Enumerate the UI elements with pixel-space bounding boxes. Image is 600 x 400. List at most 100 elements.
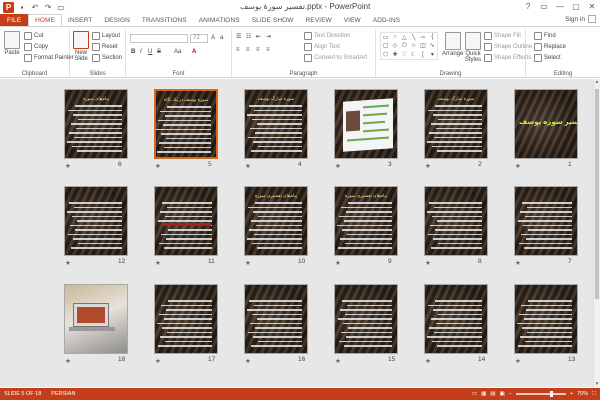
bold-button[interactable]: B — [131, 49, 135, 55]
find-button[interactable]: Find — [534, 32, 556, 40]
vertical-scrollbar[interactable]: ▲ ▼ — [593, 79, 600, 387]
slide-thumbnail[interactable] — [154, 284, 218, 354]
tab-add-ins[interactable]: ADD-INS — [367, 14, 406, 26]
cut-button[interactable]: Cut — [24, 32, 43, 40]
tab-file[interactable]: FILE — [0, 14, 29, 26]
replace-button[interactable]: Replace — [534, 43, 566, 51]
pentagon-shape-icon[interactable]: ⬠ — [400, 42, 409, 51]
slide-thumbnail[interactable] — [424, 186, 488, 256]
transition-star-icon[interactable]: ★ — [245, 357, 251, 365]
transition-star-icon[interactable]: ★ — [65, 259, 71, 267]
paste-button[interactable]: Paste — [4, 31, 20, 56]
new-slide-button[interactable]: New Slide — [72, 31, 90, 62]
slide-thumbnail[interactable]: سوره مبارک یوسف — [244, 89, 308, 159]
scrollbar-thumb[interactable] — [595, 89, 599, 299]
smiley-feedback-icon[interactable] — [588, 15, 596, 23]
slide-thumbnail[interactable]: سوره مبارک یوسف — [424, 89, 488, 159]
font-size-box[interactable]: 72 — [190, 34, 208, 43]
transition-star-icon[interactable]: ★ — [155, 357, 161, 365]
undo-icon[interactable]: ↶ — [30, 2, 40, 12]
tab-design[interactable]: DESIGN — [98, 14, 136, 26]
slide-thumbnail[interactable] — [244, 284, 308, 354]
transition-star-icon[interactable]: ★ — [515, 162, 521, 170]
tab-review[interactable]: REVIEW — [300, 14, 338, 26]
fit-to-window-icon[interactable]: ⛶ — [592, 391, 596, 398]
transition-star-icon[interactable]: ★ — [245, 162, 251, 170]
underline-button[interactable]: U — [148, 49, 152, 55]
tab-insert[interactable]: INSERT — [62, 14, 98, 26]
italic-button[interactable]: I — [140, 49, 142, 55]
maximize-icon[interactable]: ▢ — [568, 0, 584, 12]
slide-thumbnail[interactable]: پیام‌های تفسیری سوره — [334, 186, 398, 256]
language-indicator[interactable]: PERSIAN — [51, 391, 75, 397]
text-direction-button[interactable]: Text Direction — [304, 32, 350, 40]
slide-thumbnail[interactable] — [514, 284, 578, 354]
arrange-button[interactable]: Arrange — [442, 32, 463, 57]
zoom-slider[interactable] — [515, 391, 566, 398]
shape-outline-button[interactable]: Shape Outline — [484, 43, 532, 51]
convert-smartart-button[interactable]: Convert to SmartArt — [304, 54, 367, 62]
transition-star-icon[interactable]: ★ — [425, 162, 431, 170]
moon-shape-icon[interactable]: ☾ — [409, 50, 418, 59]
transition-star-icon[interactable]: ★ — [425, 259, 431, 267]
transition-star-icon[interactable]: ★ — [245, 259, 251, 267]
tab-view[interactable]: VIEW — [338, 14, 367, 26]
section-button[interactable]: Section — [92, 54, 122, 62]
format-painter-button[interactable]: Format Painter — [24, 54, 74, 62]
transition-star-icon[interactable]: ★ — [335, 259, 341, 267]
callout-shape-icon[interactable]: ◫ — [418, 42, 427, 51]
slide-thumbnail[interactable]: تفسير سوره يوسف — [514, 89, 578, 159]
align-text-button[interactable]: Align Text — [304, 43, 340, 51]
slide-thumbnail[interactable] — [334, 284, 398, 354]
rectangle-shape-icon[interactable]: ▭ — [381, 33, 390, 42]
slide-thumbnail[interactable]: پیام‌های تفسیری سوره — [244, 186, 308, 256]
slide-thumbnail[interactable] — [64, 186, 128, 256]
slide-thumbnail[interactable] — [64, 284, 128, 354]
transition-star-icon[interactable]: ★ — [515, 259, 521, 267]
align-center-icon[interactable]: ≡ — [246, 47, 250, 53]
line-shape-icon[interactable]: ╲ — [409, 33, 418, 42]
minimize-icon[interactable]: — — [552, 0, 568, 12]
triangle-shape-icon[interactable]: △ — [400, 33, 409, 42]
zoom-level[interactable]: 70% — [577, 391, 588, 397]
scroll-up-icon[interactable]: ▲ — [594, 79, 600, 85]
transition-star-icon[interactable]: ★ — [65, 357, 71, 365]
oval-shape-icon[interactable]: ○ — [390, 33, 399, 42]
transition-star-icon[interactable]: ★ — [335, 162, 341, 170]
tab-animations[interactable]: ANIMATIONS — [193, 14, 246, 26]
normal-view-icon[interactable]: ▭ — [472, 391, 477, 397]
align-left-icon[interactable]: ≡ — [236, 47, 240, 53]
save-icon[interactable]: ▪ — [17, 2, 27, 12]
brace-shape-icon[interactable]: { — [428, 33, 437, 42]
slide-sorter[interactable]: تفسير سوره يوسف ★ 1 سوره مبارک یوسف ★ 2 ★ 3 سوره… — [0, 79, 593, 387]
start-slideshow-icon[interactable]: ▭ — [56, 2, 66, 12]
slide-thumbnail[interactable] — [424, 284, 488, 354]
zoom-in-icon[interactable]: + — [570, 391, 573, 397]
ribbon-display-options-icon[interactable]: ▭ — [536, 0, 552, 12]
help-icon[interactable]: ? — [520, 0, 536, 12]
font-color-button[interactable]: A — [192, 49, 196, 55]
slide-thumbnail[interactable]: سوره یوسف در یک نگاه — [154, 89, 218, 159]
close-icon[interactable]: ✕ — [584, 0, 600, 12]
hexagon-shape-icon[interactable]: ⬡ — [381, 50, 390, 59]
align-right-icon[interactable]: ≡ — [256, 47, 260, 53]
font-name-box[interactable] — [130, 34, 188, 43]
select-button[interactable]: Select — [534, 54, 561, 62]
scroll-down-icon[interactable]: ▼ — [594, 381, 600, 387]
reading-view-icon[interactable]: ▤ — [490, 391, 495, 397]
sign-in-label[interactable]: Sign in — [565, 16, 585, 23]
cross-shape-icon[interactable]: ✚ — [390, 50, 399, 59]
transition-star-icon[interactable]: ★ — [155, 162, 161, 170]
strikethrough-button[interactable]: S — [157, 49, 161, 55]
transition-star-icon[interactable]: ★ — [155, 259, 161, 267]
shape-effects-button[interactable]: Shape Effects — [484, 54, 531, 62]
grow-font-icon[interactable]: A — [211, 35, 215, 41]
copy-button[interactable]: Copy — [24, 43, 48, 51]
transition-star-icon[interactable]: ★ — [335, 357, 341, 365]
shrink-font-icon[interactable]: a — [220, 35, 223, 41]
tab-home[interactable]: HOME — [28, 14, 63, 26]
slide-thumbnail[interactable] — [334, 89, 398, 159]
transition-star-icon[interactable]: ★ — [425, 357, 431, 365]
sign-in[interactable]: Sign in — [565, 15, 596, 23]
shapes-gallery[interactable]: ▭ ○ △ ╲ ⇨ { ▢ ◇ ⬠ ☆ ◫ ∿ ⬡ ✚ ♡ ☾ [ ▾ — [380, 32, 438, 60]
